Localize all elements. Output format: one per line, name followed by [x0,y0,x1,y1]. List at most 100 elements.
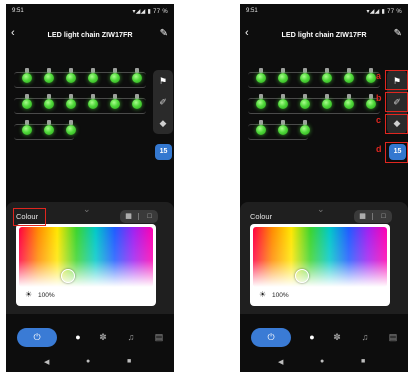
power-button[interactable]: ⏻ [251,328,291,347]
led-bulb[interactable] [298,68,312,88]
top-bar: ‹ LED light chain ZIW17FR ✎ [6,26,174,46]
bulb-glass [22,73,32,83]
bulb-icon[interactable]: ● [71,330,85,344]
led-bulb[interactable] [42,120,56,140]
music-icon[interactable]: ♫ [124,330,138,344]
annotation-box-c [385,114,408,134]
back-arrow-icon[interactable]: ‹ [245,27,249,39]
brightness-slider[interactable]: ☀ 100% [19,289,153,303]
bulb-glass [22,125,32,135]
annotation-box-colour [13,208,46,226]
light-chain [14,64,154,154]
bottom-nav: ⏻ ● ✽ ♫ ▤ [240,322,408,352]
led-bulb[interactable] [276,94,290,114]
back-arrow-icon[interactable]: ‹ [11,27,15,39]
sun-icon: ☀ [25,290,33,299]
led-bulb[interactable] [130,94,144,114]
pencil-icon[interactable]: ✎ [160,28,168,39]
palette-icon[interactable]: ✽ [330,330,344,344]
led-bulb[interactable] [64,68,78,88]
led-bulb[interactable] [130,68,144,88]
toggle-divider [372,213,373,220]
led-bulb[interactable] [254,68,268,88]
paint-bucket-icon[interactable]: ⚑ [155,73,171,89]
brightness-value: 100% [272,292,289,299]
led-count-badge: 15 [155,144,172,160]
led-bulb[interactable] [276,120,290,140]
schedule-icon[interactable]: ▤ [386,330,400,344]
color-mode-icon[interactable]: ▦ [124,212,133,221]
top-bar: ‹ LED light chain ZIW17FR ✎ [240,26,408,46]
color-spectrum[interactable] [253,227,387,287]
schedule-icon[interactable]: ▤ [152,330,166,344]
bulb-glass [278,125,288,135]
sys-recents-icon[interactable]: ■ [127,358,131,365]
led-bulb[interactable] [342,94,356,114]
sys-home-icon[interactable]: ● [86,358,90,365]
sys-recents-icon[interactable]: ■ [361,358,365,365]
led-bulb[interactable] [298,120,312,140]
bulb-glass [22,99,32,109]
led-bulb[interactable] [276,68,290,88]
brush-icon[interactable]: ✐ [155,94,171,110]
eraser-icon[interactable]: ◆ [155,115,171,131]
led-bulb[interactable] [320,94,334,114]
led-bulb[interactable] [298,94,312,114]
light-chain [248,64,388,154]
toggle-divider [138,213,139,220]
bulb-glass [278,99,288,109]
status-bar: 9:51 ▾◢◢ ▮ 77 % [246,7,402,17]
led-bulb[interactable] [86,94,100,114]
led-bulb[interactable] [108,68,122,88]
led-bulb[interactable] [86,68,100,88]
pencil-icon[interactable]: ✎ [394,28,402,39]
led-bulb[interactable] [320,68,334,88]
sys-back-icon[interactable]: ◀ [44,358,49,366]
led-bulb[interactable] [42,94,56,114]
led-bulb[interactable] [20,120,34,140]
annotation-label-b: b [376,93,382,103]
sys-back-icon[interactable]: ◀ [278,358,283,366]
chevron-down-icon[interactable]: ⌄ [317,204,325,215]
color-cursor[interactable] [295,269,309,283]
led-bulb[interactable] [342,68,356,88]
page-title: LED light chain ZIW17FR [47,30,133,39]
bulb-glass [322,73,332,83]
led-bulb[interactable] [254,94,268,114]
system-nav: ◀ ● ■ [240,356,408,370]
white-mode-icon[interactable]: □ [145,212,154,221]
page-title: LED light chain ZIW17FR [281,30,367,39]
bulb-glass [344,99,354,109]
bulb-glass [256,73,266,83]
color-mode-icon[interactable]: ▦ [358,212,367,221]
led-bulb[interactable] [108,94,122,114]
bulb-glass [66,73,76,83]
white-mode-icon[interactable]: □ [379,212,388,221]
palette-icon[interactable]: ✽ [96,330,110,344]
power-button[interactable]: ⏻ [17,328,57,347]
bulb-glass [132,99,142,109]
bulb-glass [66,99,76,109]
led-bulb[interactable] [64,94,78,114]
status-bar: 9:51 ▾◢◢ ▮ 77 % [12,7,168,17]
led-bulb[interactable] [254,120,268,140]
led-bulb[interactable] [20,94,34,114]
mode-toggle[interactable]: ▦ □ [354,210,392,223]
sys-home-icon[interactable]: ● [320,358,324,365]
mode-toggle[interactable]: ▦ □ [120,210,158,223]
led-bulb[interactable] [42,68,56,88]
bottom-nav: ⏻ ● ✽ ♫ ▤ [6,322,174,352]
bulb-glass [66,125,76,135]
bulb-glass [344,73,354,83]
color-spectrum[interactable] [19,227,153,287]
bulb-icon[interactable]: ● [305,330,319,344]
led-bulb[interactable] [20,68,34,88]
brightness-slider[interactable]: ☀ 100% [253,289,387,303]
music-icon[interactable]: ♫ [358,330,372,344]
color-cursor[interactable] [61,269,75,283]
bulb-glass [366,99,376,109]
led-bulb[interactable] [64,120,78,140]
chevron-down-icon[interactable]: ⌄ [83,204,91,215]
bulb-glass [300,99,310,109]
annotation-box-b [385,92,408,112]
